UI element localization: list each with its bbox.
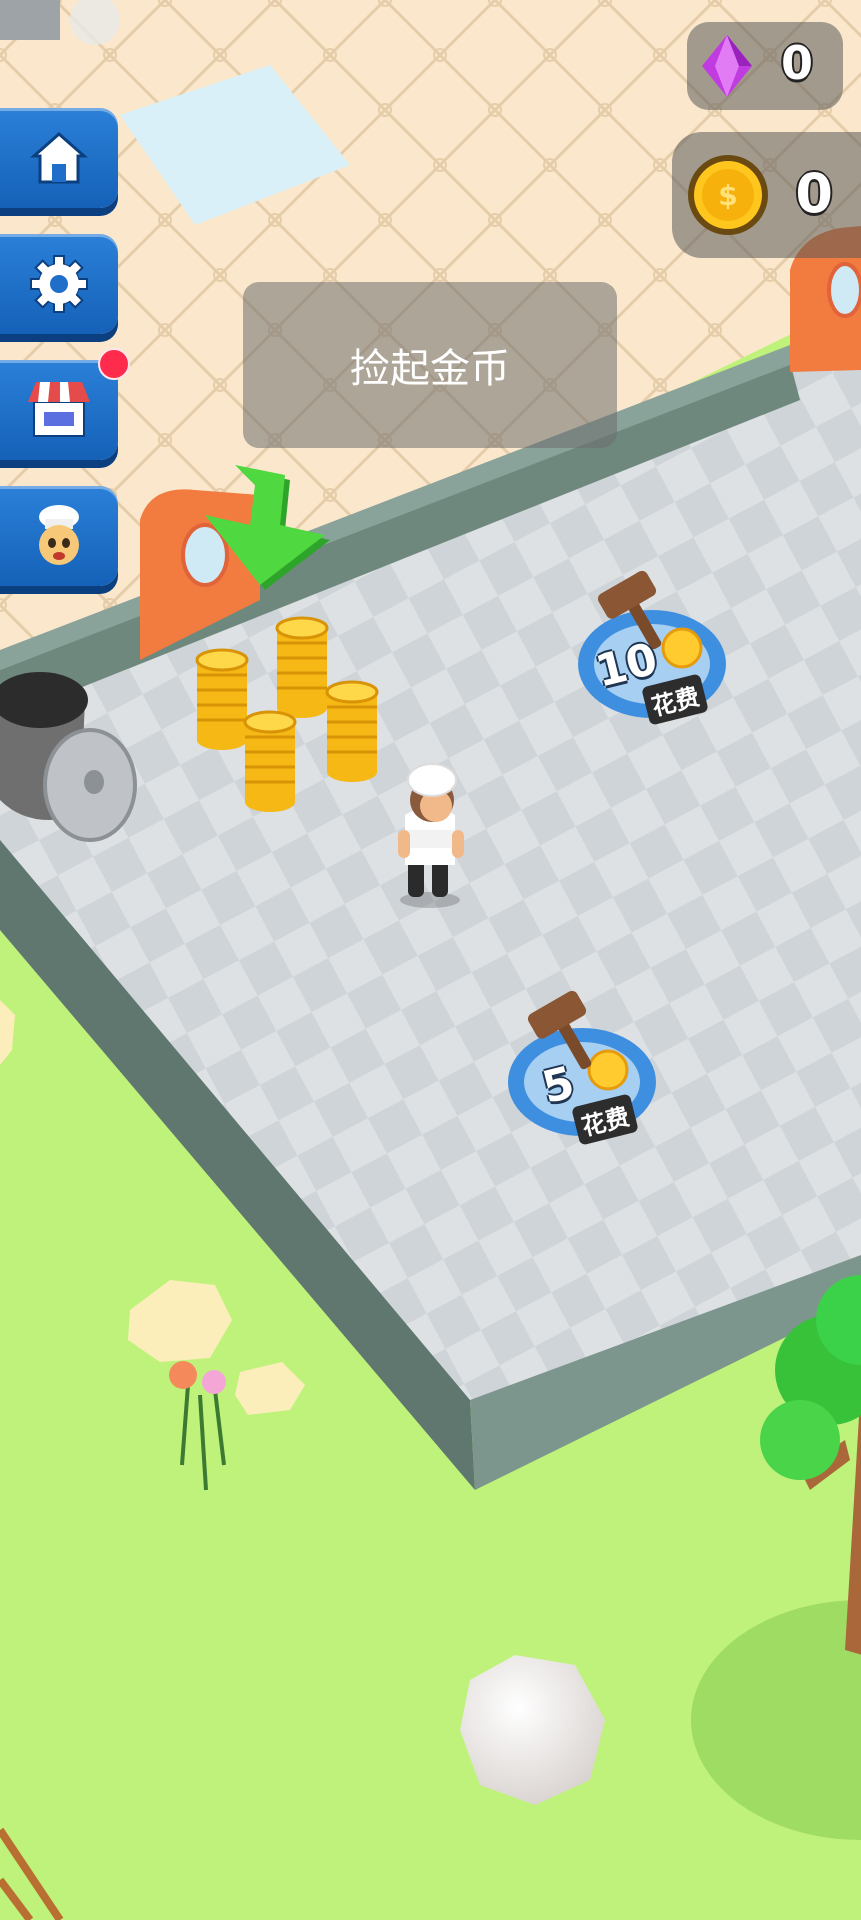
home-button[interactable] — [0, 108, 118, 208]
notification-dot — [98, 348, 130, 380]
chef-button[interactable] — [0, 486, 118, 586]
gem-counter: 0 — [687, 22, 843, 110]
coin-stack[interactable] — [275, 616, 329, 718]
home-icon — [30, 132, 88, 184]
gear-icon — [30, 255, 88, 313]
svg-text:$: $ — [718, 179, 737, 212]
gem-count: 0 — [780, 36, 813, 90]
coin-icon: $ — [688, 155, 768, 235]
hint-toast: 捡起金币 — [243, 282, 617, 448]
coin-stack[interactable] — [243, 710, 297, 812]
shop-button[interactable] — [0, 360, 118, 460]
coin-stack[interactable] — [325, 680, 379, 782]
chef-icon — [39, 505, 79, 565]
overhead-equipment — [0, 0, 120, 45]
coin-counter: $ 0 — [672, 132, 861, 258]
hint-message: 捡起金币 — [350, 346, 510, 392]
coin-count: 0 — [795, 162, 833, 225]
settings-button[interactable] — [0, 234, 118, 334]
shop-icon — [28, 382, 90, 437]
coin-stack[interactable] — [195, 648, 249, 750]
gem-icon — [702, 35, 752, 97]
